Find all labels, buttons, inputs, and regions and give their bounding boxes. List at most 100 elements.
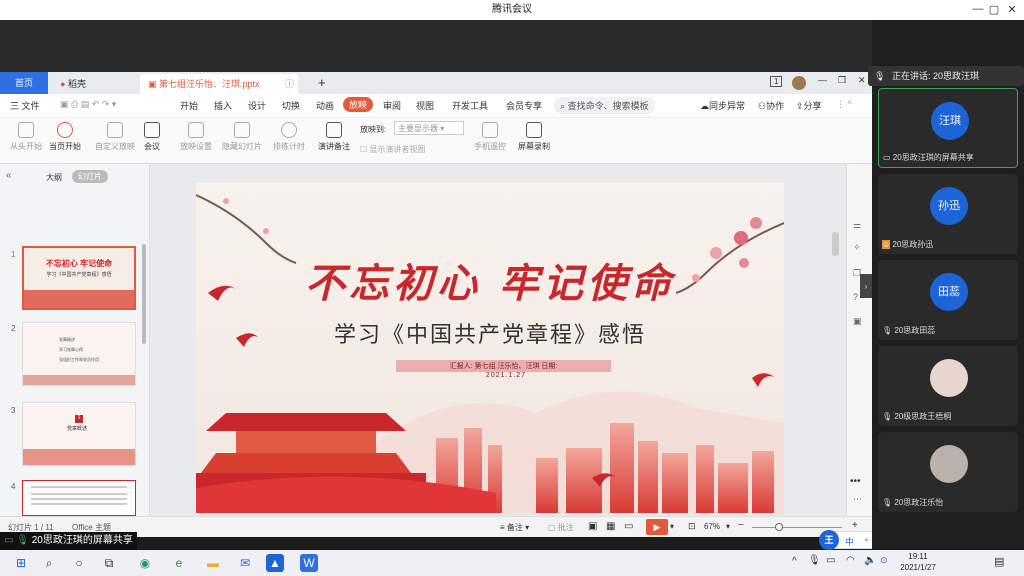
network-icon[interactable]: ▭ [826,555,835,566]
collapse-panel-button[interactable]: › [860,274,872,298]
zoom-in-button[interactable]: + [852,520,858,531]
menu-member[interactable]: 会员专享 [506,99,542,112]
slide-thumb-1[interactable]: 不忘初心 牢记使命 学习《中国共产党章程》感悟 [22,246,136,310]
slides-tab[interactable]: 幻灯片 [72,170,108,183]
menu-slideshow[interactable]: 放映 [343,97,374,112]
windows-start-icon[interactable]: ⊞ [12,554,30,572]
animation-icon[interactable]: ✧ [853,242,861,253]
slide-1[interactable]: 不忘初心 牢记使命 学习《中国共产党章程》感悟 汇报人: 第七组 汪乐怡、汪琪 … [196,183,784,513]
display-select[interactable]: 主要显示器 ▾ [394,121,464,135]
zoom-slider-handle[interactable] [775,523,783,531]
menu-insert[interactable]: 插入 [214,99,232,112]
tab-home[interactable]: 首页 [0,72,48,94]
menu-transition[interactable]: 切换 [282,99,300,112]
zoom-slider[interactable] [752,527,842,528]
restore-icon[interactable]: ❐ [838,75,846,86]
briefcase-icon[interactable]: ▣ [853,316,862,327]
sliders-icon[interactable]: ⚌ [853,220,861,231]
volume-icon[interactable]: 🔈 [864,555,876,566]
speaking-text: 正在讲话: 20思政汪琪 [892,71,980,81]
quick-access-icons[interactable]: ▣ ⎙ ▤ ↶ ↷ ▾ [60,99,116,110]
zoom-dropdown[interactable]: ▾ [726,522,730,531]
cortana-icon[interactable]: ○ [70,554,88,572]
notes-button[interactable]: ≡ 备注 ▾ [500,522,529,533]
custom-show-button[interactable]: 自定义放映 [94,122,136,152]
task-view-icon[interactable]: ⧉ [100,554,118,572]
thumb2-item-3: 党组织工作和党员作用 [59,357,99,362]
show-settings-button[interactable]: 放映设置 [176,122,216,152]
share-button[interactable]: ⇪分享 [796,99,822,112]
more-tools-icon[interactable]: ⋯ [853,494,862,505]
fit-icon[interactable]: ⊡ [688,521,696,532]
help-icon[interactable]: ? [853,292,858,302]
screen-record-button[interactable]: 屏幕录制 [514,122,554,152]
tab-docer[interactable]: ● 稻壳 [52,74,134,94]
file-menu[interactable]: 三 文件 [10,99,40,112]
search-box[interactable]: ⌕ 查找命令、搜索模板 [554,97,655,114]
minimize-icon[interactable]: — [818,75,827,85]
tray-overflow-icon[interactable]: ^ [792,556,797,567]
minimize-button[interactable]: — [970,3,986,15]
play-from-start-button[interactable]: 从头开始 [8,122,44,152]
clock-date[interactable]: 2021/1/27 [898,563,938,572]
menu-review[interactable]: 审阅 [383,99,401,112]
collaborate-button[interactable]: ⚇协作 [758,99,784,112]
menu-animation[interactable]: 动画 [316,99,334,112]
video-tile-1[interactable]: 汪琪 ▭ 20思政汪琪的屏幕共享 [878,88,1018,168]
outline-tab[interactable]: 大纲 [46,172,62,183]
wps-icon[interactable]: W [300,554,318,572]
slide-thumb-3[interactable]: 1 党章概述 [22,402,136,466]
ie-icon[interactable]: e [170,554,188,572]
rehearse-button[interactable]: 排练计时 [270,122,308,152]
thumb1-skyline [24,290,134,308]
video-tile-5[interactable]: 🎙 20思政汪乐怡 [878,432,1018,512]
tab-pptx[interactable]: ▣ 第七组汪乐怡、汪琪.pptx ⓘ [140,74,298,94]
menu-view[interactable]: 视图 [416,99,434,112]
new-tab-button[interactable]: + [318,75,326,90]
close-button[interactable]: ✕ [1004,3,1020,16]
zoom-out-button[interactable]: − [738,520,744,531]
sorter-view-icon[interactable]: ▦ [606,521,615,532]
tencent-meeting-icon[interactable]: ▲ [266,554,284,572]
menu-developer[interactable]: 开发工具 [452,99,488,112]
play-dropdown[interactable]: ▾ [670,522,674,531]
tray-mic-icon[interactable]: 🎙 [808,555,821,566]
menu-design[interactable]: 设计 [248,99,266,112]
presenter-view-checkbox[interactable]: ☐ 显示演讲者视图 [360,144,425,155]
more-options[interactable]: ••• [850,476,861,487]
play-current-button[interactable]: 当页开始 [47,122,83,152]
file-explorer-icon[interactable]: ▬ [204,554,222,572]
canvas-scrollbar[interactable] [832,232,839,256]
slide-thumb-2[interactable]: 党章概述 学习党章心得 党组织工作和党员作用 [22,322,136,386]
reading-view-icon[interactable]: ▭ [624,521,633,532]
edge-icon[interactable]: ◉ [136,554,154,572]
phone-icon [482,122,498,138]
menu-start[interactable]: 开始 [180,99,198,112]
phone-remote-label: 手机遥控 [474,142,506,151]
wifi-icon[interactable]: ◠ [846,555,855,566]
video-tile-4[interactable]: 🎙 20级思政王梧桐 [878,346,1018,426]
meeting-button[interactable]: 会议 [140,122,164,152]
maximize-button[interactable]: ▢ [986,3,1002,16]
collapse-sidebar-icon[interactable]: « [6,170,12,181]
ime-indicator-icon[interactable]: ⊙ [880,555,888,566]
hide-slide-button[interactable]: 隐藏幻灯片 [220,122,264,152]
mail-icon[interactable]: ✉ [236,554,254,572]
user-avatar[interactable] [792,76,806,90]
video-tile-2[interactable]: 孙迅 ☺ 20思政孙迅 [878,174,1018,254]
play-slideshow-button[interactable]: ▶ [646,519,668,535]
phone-remote-button[interactable]: 手机遥控 [472,122,508,152]
close-icon[interactable]: ✕ [858,75,866,86]
zoom-level[interactable]: 67% [704,522,720,531]
notification-icon[interactable]: ▤ [994,555,1004,568]
search-icon[interactable]: ⌕ [40,554,58,572]
sync-status[interactable]: ☁同步异常 [700,99,745,112]
slide-thumb-4[interactable] [22,480,136,516]
comment-button[interactable]: ▢ 批注 [548,522,574,533]
more-icon[interactable]: ⋮ ^ [836,99,852,110]
clock-time[interactable]: 19:11 [898,552,938,561]
speaker-notes-button[interactable]: 演讲备注 [314,122,354,152]
sidebar-scrollbar[interactable] [142,244,146,344]
video-tile-3[interactable]: 田蕊 🎙 20思政田蕊 [878,260,1018,340]
normal-view-icon[interactable]: ▣ [588,521,597,532]
